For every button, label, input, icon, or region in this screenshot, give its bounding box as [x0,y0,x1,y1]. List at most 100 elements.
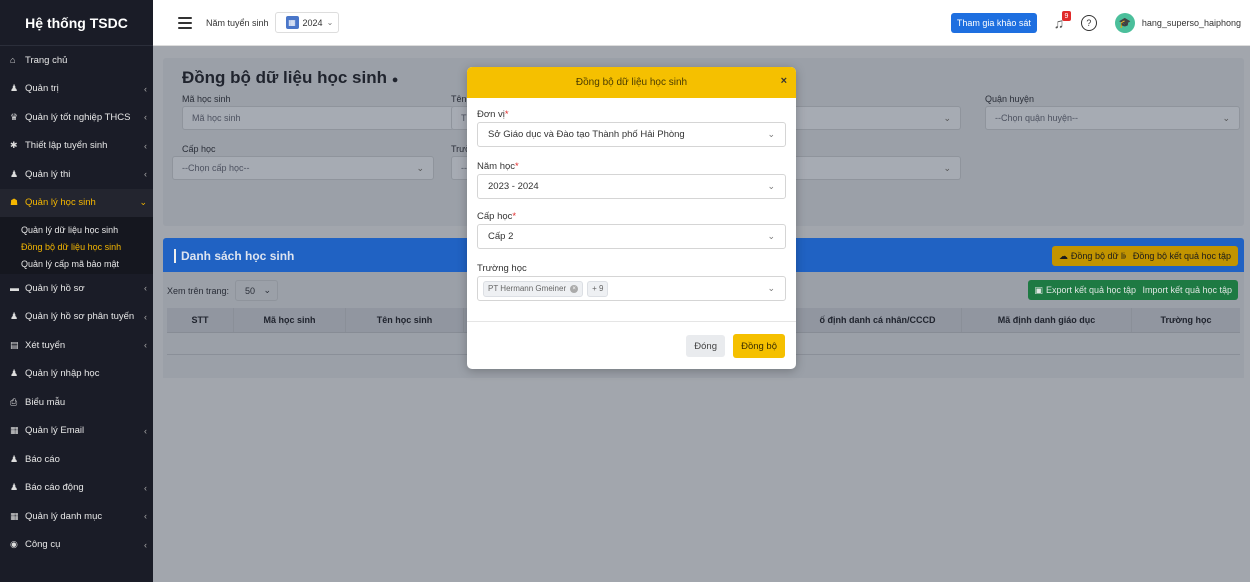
sidebar-item-label: Quản trị [25,83,59,95]
school-year-label: Năm học* [477,161,519,172]
column-header[interactable]: Mã học sinh [234,308,346,332]
chevron-left-icon: ‹ [144,340,147,351]
chevron-left-icon: ‹ [144,283,147,294]
export-results-button[interactable]: ▣ Export kết quả học tập [1028,280,1142,300]
bell-icon[interactable]: ♫ 9 [1051,11,1071,31]
sidebar-item-label: Biểu mẫu [25,396,66,408]
chevron-down-icon: ⌄ [943,162,951,173]
menu-icon: ⎙ [10,396,18,407]
sidebar-item[interactable]: ✱ Thiết lập tuyển sinh ‹ [0,132,153,161]
sidebar-subnav: Quản lý dữ liệu học sinh Đồng bộ dữ liệu… [0,217,153,274]
sidebar-item-label: Xét tuyển [25,339,66,351]
sidebar-nav: ⌂ Trang chủ ♟ Quản trị ‹ ♛ Quản lý tốt nghiệp … [0,46,153,189]
sidebar-subitem-security-code[interactable]: Quản lý cấp mã bảo mật [0,255,153,272]
sidebar-item-label: Quản lý học sinh [25,197,96,209]
cloud-icon: ☁ [1058,250,1068,261]
chevron-left-icon: ‹ [144,311,147,322]
chevron-left-icon: ‹ [144,169,147,180]
modal-title: Đồng bộ dữ liệu học sinh [575,77,688,88]
chevron-down-icon: ⌄ [767,283,775,293]
chevron-left-icon: ‹ [144,83,147,94]
unit-select[interactable]: Sở Giáo dục và Đào tạo Thành phố Hải Phò… [477,122,786,147]
brand-title: Hệ thống TSDC [0,0,153,46]
sidebar-item[interactable]: ♟ Quản trị ‹ [0,75,153,104]
sidebar-item[interactable]: ⎙ Biểu mẫu [0,388,153,417]
close-button[interactable]: Đóng [686,335,725,357]
gear-icon: ✱ [10,140,18,151]
hidden-select-2[interactable]: ⌄ [793,156,961,180]
menu-toggle-icon[interactable] [178,16,192,29]
sidebar-item[interactable]: ♟ Báo cáo động ‹ [0,474,153,503]
sidebar-item[interactable]: ♟ Quản lý nhập học [0,360,153,389]
sync-button[interactable]: Đồng bộ [733,334,785,358]
level-select[interactable]: Cấp 2 ⌄ [477,224,786,249]
sync-results-button[interactable]: Đồng bộ kết quả học tập [1125,246,1238,266]
column-header[interactable]: ố định danh cá nhân/CCCD [794,308,962,332]
menu-icon: ▤ [10,339,19,350]
modal-footer: Đóng Đồng bộ [467,321,796,369]
close-icon[interactable]: × [781,75,787,87]
sidebar-item[interactable]: ▦ Quản lý danh mục ‹ [0,502,153,531]
hidden-select-1[interactable]: ⌄ [793,106,961,130]
sidebar-item[interactable]: ▬ Quản lý hồ sơ ‹ [0,274,153,303]
admission-year-select[interactable]: ▦ 2024 ⌄ [274,12,340,33]
column-header[interactable]: STT [167,308,234,332]
sidebar-item[interactable]: ⌂ Trang chủ [0,46,153,75]
sidebar-nav-lower: ▬ Quản lý hồ sơ ‹ ♟ Quản lý hồ sơ phân tuyến… [0,274,153,559]
column-header[interactable]: Mã định danh giáo dục [962,308,1132,332]
chevron-down-icon: ⌄ [943,112,951,123]
sidebar-item[interactable]: ♛ Quản lý tốt nghiệp THCS ‹ [0,103,153,132]
sidebar-item-student-management[interactable]: ☗ Quản lý học sinh ⌄ [0,188,153,217]
chevron-left-icon: ‹ [144,425,147,436]
sidebar-item[interactable]: ♟ Báo cáo [0,445,153,474]
sidebar-item-label: Quản lý thi [25,168,71,180]
join-survey-button[interactable]: Tham gia khảo sát [950,13,1037,33]
file-excel-icon: ▣ [1034,284,1043,295]
school-multiselect[interactable]: PT Hermann Gmeiner × + 9 ⌄ [477,276,786,301]
student-code-input[interactable]: Mã học sinh [182,106,454,130]
per-page-select[interactable]: 50 ⌄ [235,280,278,301]
chevron-left-icon: ‹ [144,539,147,550]
student-name-label: Tên [451,94,467,104]
per-page-label: Xem trên trang: [167,286,230,296]
import-results-button[interactable]: Import kết quả học tập [1136,280,1238,300]
district-select[interactable]: --Chọn quận huyện-- ⌄ [985,106,1240,130]
sidebar-item-label: Báo cáo [25,453,60,465]
school-year-select[interactable]: 2023 - 2024 ⌄ [477,174,786,199]
chevron-down-icon: ⌄ [1222,112,1230,123]
menu-icon: ♟ [10,368,19,379]
remove-tag-icon[interactable]: × [570,284,579,293]
username[interactable]: hang_superso_haiphong [1142,18,1241,28]
column-header[interactable]: Tên học sinh [346,308,464,332]
menu-icon: ▦ [10,425,19,436]
menu-icon: ◉ [10,539,18,550]
student-list-title: Danh sách học sinh [173,249,295,263]
admission-year-label: Năm tuyển sinh [206,17,269,28]
column-header[interactable]: Trường học [1132,308,1240,332]
help-icon[interactable]: ? [1080,15,1097,31]
chevron-down-icon: ⌄ [767,181,775,191]
chevron-left-icon: ‹ [144,140,147,151]
avatar[interactable]: 🎓 [1114,13,1135,33]
chevron-down-icon: ⌄ [263,285,271,295]
sync-modal: Đồng bộ dữ liệu học sinh × Đơn vị* Sở Gi… [467,67,796,369]
sidebar-item-label: Công cụ [25,539,61,551]
unit-label: Đơn vị* [477,109,509,120]
sidebar-subitem-sync-student-data[interactable]: Đồng bộ dữ liệu học sinh [0,238,153,255]
chevron-down-icon: ⌄ [767,129,775,139]
page-title: Đồng bộ dữ liệu học sinh ● [182,68,399,87]
chevron-down-icon: ⌄ [139,197,147,208]
help-icon[interactable]: ● [392,74,399,86]
sidebar-item[interactable]: ♟ Quản lý thi ‹ [0,160,153,189]
sidebar-item-label: Quản lý Email [25,425,85,437]
sidebar-item-label: Báo cáo động [25,482,84,494]
chevron-down-icon: ⌄ [326,18,334,27]
menu-icon: ♟ [10,482,19,493]
level-select[interactable]: --Chọn cấp học-- ⌄ [172,156,434,180]
sidebar-subitem-student-data[interactable]: Quản lý dữ liệu học sinh [0,221,153,238]
sidebar-item[interactable]: ◉ Công cụ ‹ [0,531,153,560]
level-label: Cấp học* [477,211,517,222]
sidebar-item[interactable]: ♟ Quản lý hồ sơ phân tuyến ‹ [0,303,153,332]
sidebar-item[interactable]: ▦ Quản lý Email ‹ [0,417,153,446]
sidebar-item[interactable]: ▤ Xét tuyển ‹ [0,331,153,360]
